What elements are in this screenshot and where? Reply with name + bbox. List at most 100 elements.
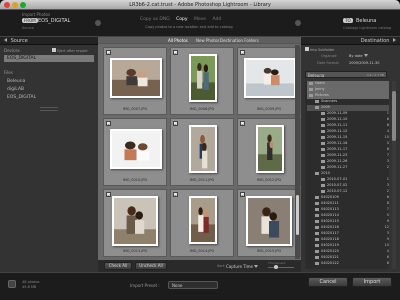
- thumbnail-size-slider[interactable]: [268, 265, 294, 269]
- scrollbar-thumb[interactable]: [296, 195, 299, 235]
- photo-thumbnail: [189, 125, 217, 173]
- dest-scrollbar-thumb[interactable]: [392, 91, 396, 141]
- folder-icon: [309, 87, 313, 91]
- collapse-left-icon[interactable]: [4, 38, 7, 42]
- collapse-right-icon[interactable]: [393, 38, 396, 42]
- import-info-icon[interactable]: [8, 280, 16, 288]
- photo-checkbox[interactable]: [106, 50, 111, 55]
- eject-after-import[interactable]: Eject after import: [52, 48, 88, 53]
- panel-end-ornament-icon: [40, 107, 58, 111]
- sort-label: Sort:: [217, 264, 226, 268]
- import-top-bar: Import Photos FROM EOS_DIGITAL Source Co…: [0, 10, 400, 37]
- destination-sub-label: Catalogs Lightroom catalog: [343, 26, 392, 30]
- source-device-selected[interactable]: EOS_DIGITAL: [4, 55, 94, 62]
- photo-cell[interactable]: IMG_0010.JPG: [103, 118, 167, 186]
- folder-count: 9: [386, 237, 389, 241]
- uncheck-all-button[interactable]: Uncheck All: [135, 262, 167, 270]
- folder-icon: [315, 213, 319, 217]
- date-format-dropdown[interactable]: 2009/2009-11-30: [349, 61, 379, 65]
- source-panel-header[interactable]: Source: [0, 37, 98, 45]
- mode-copy-as-dng[interactable]: Copy as DNG: [140, 17, 170, 22]
- folder-name: 04020117: [321, 231, 339, 235]
- folder-icon: [321, 135, 325, 139]
- folder-name: 2009-11-11: [327, 123, 348, 127]
- tab-all-photos[interactable]: All Photos: [168, 38, 188, 43]
- into-subfolder-checkbox[interactable]: [305, 47, 309, 51]
- photo-cell[interactable]: IMG_0009.JPG: [237, 47, 301, 115]
- photo-filename: IMG_0008.JPG: [189, 107, 215, 111]
- folder-name: 04020122: [321, 261, 339, 265]
- folder-name: 2009-11-26: [327, 159, 348, 163]
- tab-new-photos[interactable]: New Photos: [196, 38, 220, 43]
- source-item-digilab[interactable]: digiLAB: [4, 86, 94, 93]
- folder-count: 2: [386, 165, 389, 169]
- import-preset-dropdown[interactable]: None: [168, 281, 218, 289]
- organize-dropdown[interactable]: By date: [349, 53, 368, 58]
- photo-checkbox[interactable]: [173, 50, 178, 55]
- destination-panel-header[interactable]: Destination: [301, 37, 400, 45]
- destination-name[interactable]: Beleuna: [356, 18, 376, 24]
- check-all-button[interactable]: Check All: [104, 262, 132, 270]
- photo-grid-area: All Photos New Photos Destination Folder…: [98, 37, 301, 272]
- folder-name: 2009-11-16: [327, 141, 348, 145]
- tab-destination-folders[interactable]: Destination Folders: [220, 38, 259, 43]
- sort-dropdown[interactable]: Capture Time: [226, 264, 259, 269]
- photo-checkbox[interactable]: [173, 192, 178, 197]
- eject-checkbox[interactable]: [52, 48, 56, 52]
- mode-move[interactable]: Move: [194, 17, 206, 22]
- destination-panel: Destination Into Subfolder Organize By d…: [301, 37, 400, 272]
- source-item-eos-digital[interactable]: EOS_DIGITAL: [4, 94, 94, 101]
- source-pill[interactable]: FROM: [22, 18, 38, 23]
- photo-checkbox[interactable]: [173, 121, 178, 126]
- dest-scrollbar[interactable]: [392, 81, 396, 269]
- photo-cell[interactable]: IMG_0013.JPG: [103, 189, 167, 257]
- folder-name: 04020120: [321, 249, 339, 253]
- import-button[interactable]: Import: [352, 277, 392, 287]
- import-preset-value: None: [172, 283, 183, 288]
- photo-cell[interactable]: IMG_0008.JPG: [170, 47, 234, 115]
- photo-cell[interactable]: IMG_0011.JPG: [170, 118, 234, 186]
- folder-name: 2009-11-17: [327, 147, 348, 151]
- photo-checkbox[interactable]: [240, 121, 245, 126]
- cancel-button[interactable]: Cancel: [308, 277, 348, 287]
- folder-name: 2009-11-10: [327, 117, 348, 121]
- source-item-beleuna[interactable]: Beleuna: [4, 78, 94, 85]
- devices-label: Devices: [4, 48, 20, 53]
- volume-bar[interactable]: Beleuna 3.2 / 1.7 TB: [305, 71, 387, 78]
- photo-checkbox[interactable]: [240, 192, 245, 197]
- folder-icon: [321, 141, 325, 145]
- grid-scrollbar[interactable]: [295, 45, 300, 259]
- destination-folder-tree: Users jenny Pictures Scanners 2009 2009-11-09…: [305, 81, 389, 269]
- folder-icon: [315, 255, 319, 259]
- mode-description: Copy photos to a new location and add to…: [145, 25, 233, 29]
- photo-cell[interactable]: IMG_0014.JPG: [170, 189, 234, 257]
- folder-icon: [315, 237, 319, 241]
- source-name[interactable]: EOS_DIGITAL: [38, 18, 70, 24]
- folder-name: 04020121: [321, 255, 339, 259]
- folder-count: 5: [386, 213, 389, 217]
- mode-add[interactable]: Add: [213, 17, 222, 22]
- mode-copy[interactable]: Copy: [176, 17, 187, 22]
- import-info-line-2: 49.8 MB: [22, 285, 37, 289]
- bottom-bar: 48 photos 49.8 MB Import Preset : None C…: [0, 272, 400, 300]
- folder-icon: [321, 159, 325, 163]
- photo-thumbnail: [189, 196, 217, 244]
- chevron-down-icon: [363, 53, 368, 57]
- photo-cell[interactable]: IMG_0012.JPG: [237, 118, 301, 186]
- photo-cell[interactable]: IMG_0007.JPG: [103, 47, 167, 115]
- into-subfolder-row[interactable]: Into Subfolder: [305, 47, 335, 52]
- photo-checkbox[interactable]: [106, 192, 111, 197]
- photo-checkbox[interactable]: [106, 121, 111, 126]
- folder-icon: [315, 207, 319, 211]
- photo-cell[interactable]: IMG_0015.JPG: [237, 189, 301, 257]
- destination-panel-title: Destination: [360, 38, 390, 44]
- folder-name: 04020119: [321, 243, 339, 247]
- date-format-label: Date Format: [317, 61, 339, 65]
- destination-pill[interactable]: TO: [343, 18, 353, 23]
- folder-tree-item[interactable]: 04020122 8: [307, 261, 389, 267]
- photo-checkbox[interactable]: [240, 50, 245, 55]
- photo-thumbnail: [244, 58, 296, 98]
- import-preset-label: Import Preset :: [130, 283, 160, 288]
- slider-knob[interactable]: [274, 265, 278, 269]
- folder-icon: [309, 93, 313, 97]
